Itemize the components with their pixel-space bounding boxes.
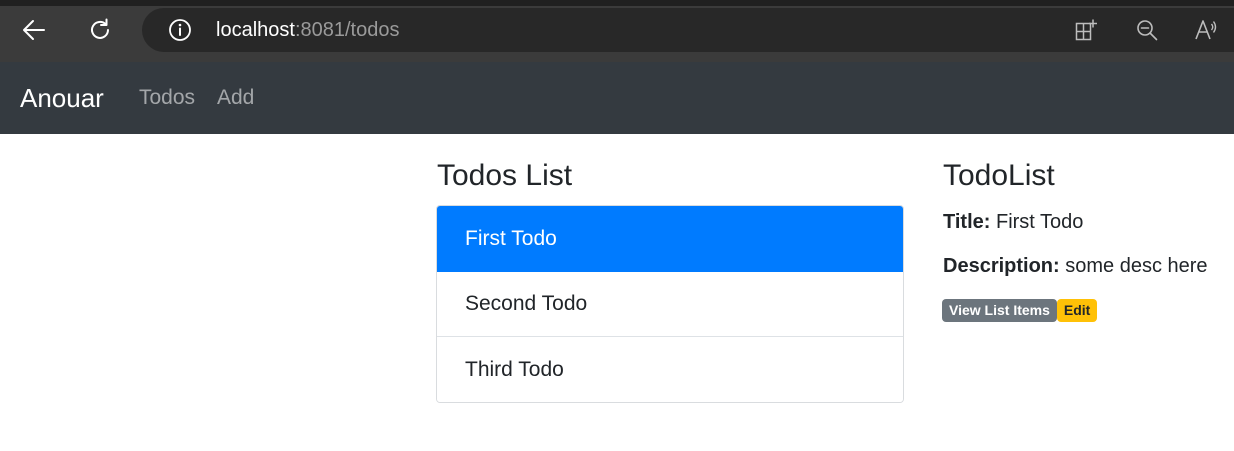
info-icon[interactable] [168,18,192,42]
title-value: First Todo [995,211,1084,233]
browser-toolbar: localhost:8081/todos [0,0,1234,62]
url-text[interactable]: localhost:8081/todos [216,19,399,41]
back-arrow-icon [23,20,45,40]
description-value: some desc here [1065,255,1208,277]
todos-list-heading: Todos List [437,159,573,192]
todo-list-item-first[interactable]: First Todo [437,206,903,272]
description-label: Description: [943,255,1060,277]
zoom-out-icon[interactable] [1135,18,1159,42]
extensions-icon[interactable] [1074,18,1098,42]
todo-description-row: Description: some desc here [943,254,1208,278]
todo-list-item-second[interactable]: Second Todo [437,272,903,337]
title-label: Title: [943,211,991,233]
reload-icon [91,18,109,39]
app-navbar: Anouar Todos Add [0,62,1234,134]
url-path: :8081/todos [294,19,400,41]
read-aloud-icon[interactable] [1194,18,1218,42]
tab-strip-edge [0,0,1234,6]
nav-link-add[interactable]: Add [217,86,254,110]
todo-list-item-third[interactable]: Third Todo [437,337,903,402]
nav-link-todos[interactable]: Todos [139,86,195,110]
view-list-items-button[interactable]: View List Items [942,299,1057,322]
brand-link[interactable]: Anouar [20,83,104,113]
edit-button[interactable]: Edit [1056,299,1098,322]
todo-detail-heading: TodoList [943,159,1055,192]
url-host: localhost [216,19,295,41]
address-bar[interactable]: localhost:8081/todos [142,8,1234,52]
todo-title-row: Title: First Todo [943,210,1083,234]
detail-actions: View List Items Edit [942,299,1098,322]
todos-list: First Todo Second Todo Third Todo [436,205,904,403]
back-button[interactable] [18,14,50,46]
reload-button[interactable] [84,14,116,46]
